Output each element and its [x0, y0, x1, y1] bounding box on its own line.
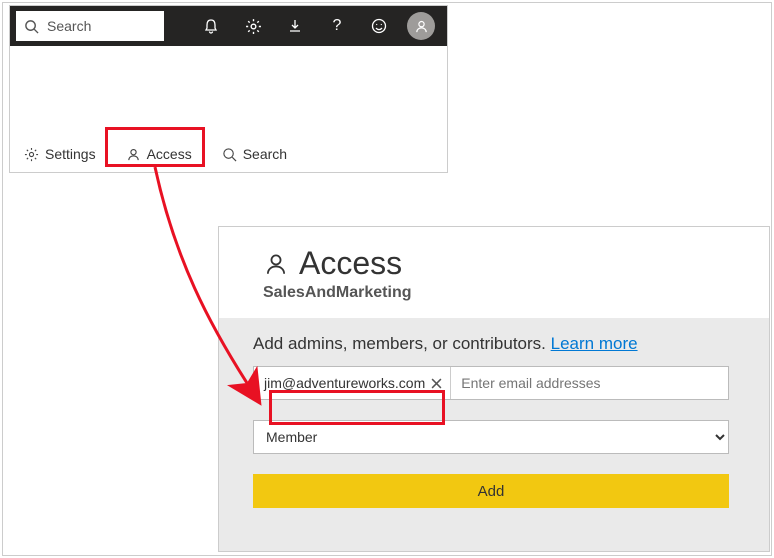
workspace-tabbar: Settings Access Search [10, 136, 447, 172]
settings-button[interactable] [233, 6, 273, 46]
tab-label: Access [147, 146, 192, 162]
search-icon [222, 147, 237, 162]
person-icon [263, 251, 289, 277]
access-panel: Access SalesAndMarketing Add admins, mem… [218, 226, 770, 552]
person-icon [126, 147, 141, 162]
feedback-button[interactable] [359, 6, 399, 46]
help-button[interactable]: ? [317, 6, 357, 46]
email-input-row: jim@adventureworks.com [253, 366, 729, 400]
help-icon: ? [333, 17, 342, 35]
learn-more-link[interactable]: Learn more [551, 334, 638, 353]
access-title-row: Access [263, 245, 725, 282]
global-search[interactable]: Search [16, 11, 164, 41]
workspace-header-panel: Search ? Settings Access [9, 5, 448, 173]
close-icon [431, 378, 442, 389]
download-button[interactable] [275, 6, 315, 46]
download-icon [287, 18, 303, 34]
workspace-name: SalesAndMarketing [263, 284, 725, 302]
remove-chip-button[interactable] [431, 378, 442, 389]
add-button[interactable]: Add [253, 474, 729, 508]
instruction-text: Add admins, members, or contributors. [253, 334, 551, 353]
access-header: Access SalesAndMarketing [219, 227, 769, 318]
smile-icon [371, 18, 387, 34]
tab-settings[interactable]: Settings [18, 142, 102, 166]
person-icon [414, 19, 429, 34]
tab-search[interactable]: Search [216, 142, 293, 166]
tab-access[interactable]: Access [120, 142, 198, 166]
tab-label: Search [243, 146, 287, 162]
search-icon [24, 19, 39, 34]
email-chip: jim@adventureworks.com [254, 367, 451, 399]
search-placeholder-text: Search [47, 18, 91, 34]
gear-icon [24, 147, 39, 162]
access-body: Add admins, members, or contributors. Le… [219, 318, 769, 508]
email-input[interactable] [451, 367, 728, 399]
app-topbar: Search ? [10, 6, 447, 46]
gear-icon [245, 18, 262, 35]
bell-icon [203, 18, 219, 34]
notifications-button[interactable] [191, 6, 231, 46]
instruction-row: Add admins, members, or contributors. Le… [253, 334, 729, 354]
profile-button[interactable] [401, 6, 441, 46]
role-select[interactable]: Member [253, 420, 729, 454]
avatar [407, 12, 435, 40]
tab-label: Settings [45, 146, 96, 162]
page-title: Access [299, 245, 402, 282]
email-chip-text: jim@adventureworks.com [264, 375, 425, 391]
